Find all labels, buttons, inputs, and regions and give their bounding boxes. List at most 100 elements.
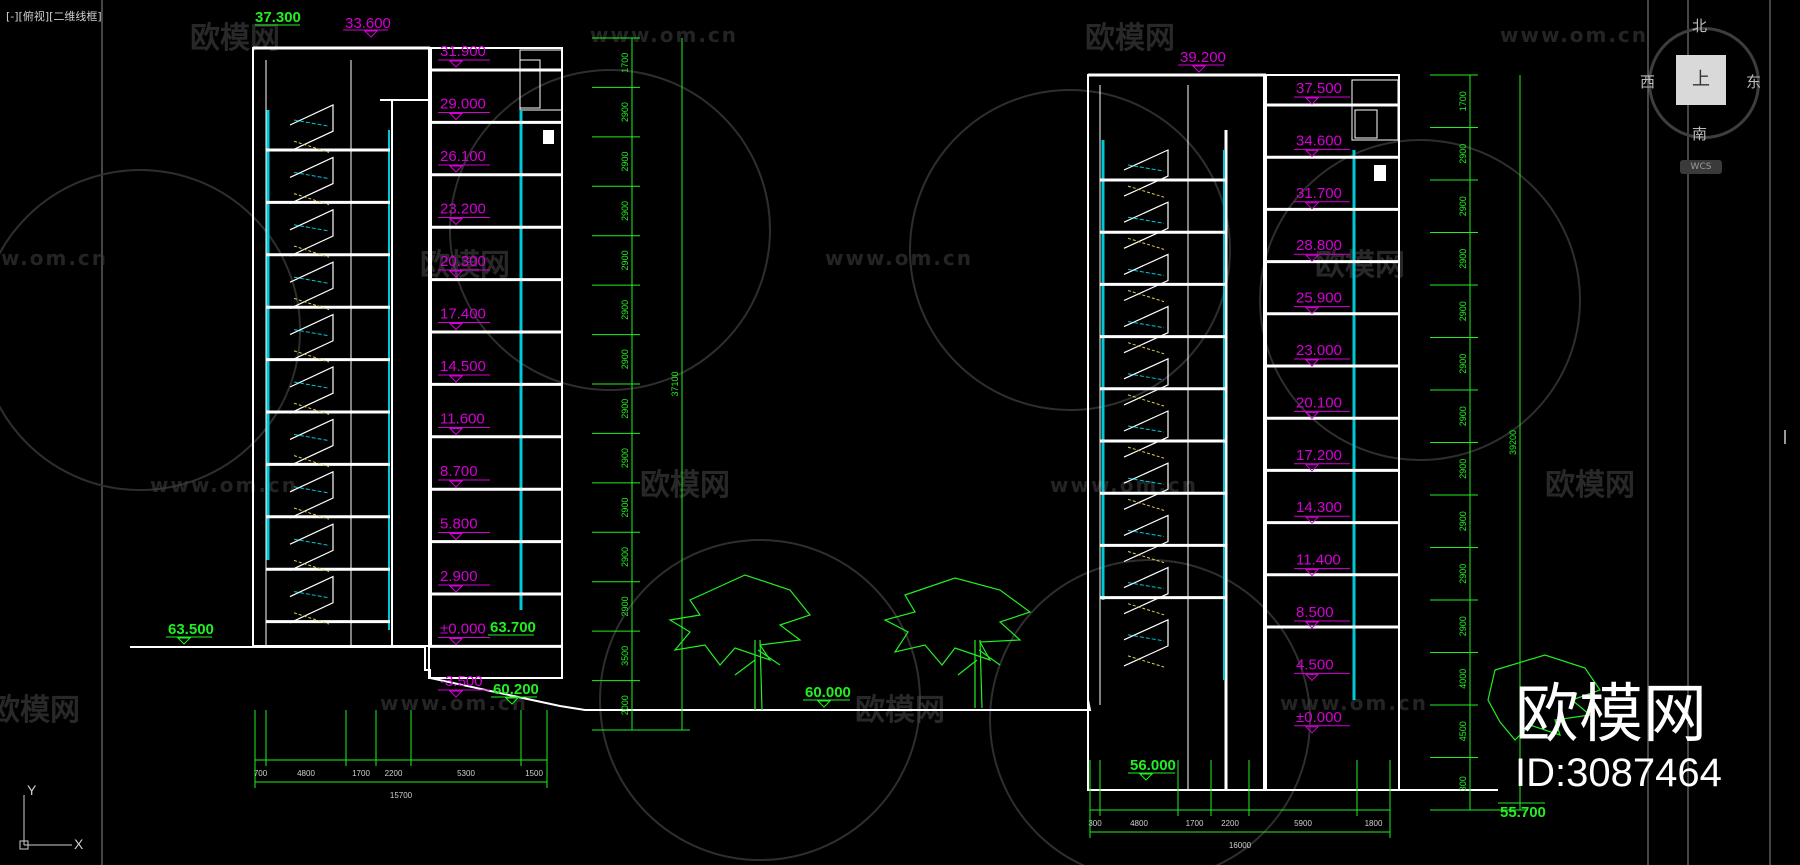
left-level-9: 5.800 <box>440 516 478 533</box>
right-level-0: 37.500 <box>1296 80 1342 97</box>
left-level-markers: 31.900 29.000 26.100 23.200 20.300 17.400 14.5… <box>438 43 490 698</box>
right-vdim-11: 4000 <box>1458 669 1468 689</box>
left-ground-level-3: 60.200 <box>493 681 539 698</box>
right-level-4: 25.900 <box>1296 290 1342 307</box>
left-vdim-13: 2000 <box>620 695 630 715</box>
viewcube[interactable]: 北 南 西 东 上 WCS <box>1640 15 1770 175</box>
left-vdim-10: 2900 <box>620 547 630 567</box>
left-vdim-6: 2900 <box>620 349 630 369</box>
right-vdim-8: 2900 <box>1458 511 1468 531</box>
right-vdim-12: 4500 <box>1458 721 1468 741</box>
watermark-layer: 欧模网 欧模网 欧模网 欧模网 欧模网 欧模网 欧模网 欧模网 www.om.c… <box>0 21 1648 728</box>
right-ground-level-1: 56.000 <box>1130 757 1176 774</box>
right-vdim-10: 2900 <box>1458 616 1468 636</box>
scrollbar-thumb[interactable] <box>1784 430 1786 444</box>
right-ground-level-2: 55.700 <box>1500 804 1546 821</box>
watermark-url-4: www.om.cn <box>825 246 973 270</box>
right-hdim-3: 2200 <box>1221 819 1239 828</box>
right-level-8: 14.300 <box>1296 499 1342 516</box>
right-level-2: 31.700 <box>1296 185 1342 202</box>
right-hdim-total: 16000 <box>1229 841 1252 850</box>
left-vdim-12: 3500 <box>620 646 630 666</box>
right-level-11: 4.500 <box>1296 656 1334 673</box>
right-hdim-1: 4800 <box>1130 819 1148 828</box>
right-level-6: 20.100 <box>1296 394 1342 411</box>
left-roof-level-1: 37.300 <box>255 9 301 26</box>
right-vdim-0: 1700 <box>1458 91 1468 111</box>
left-level-11: ±0.000 <box>440 621 486 638</box>
left-hdim-2: 1700 <box>352 769 370 778</box>
left-vdim-total: 37100 <box>670 371 680 396</box>
left-vdim-11: 2900 <box>620 596 630 616</box>
right-vdim-13: 300 <box>1458 776 1468 791</box>
viewport-controls-label[interactable]: [-][俯视][二维线框] <box>6 8 102 24</box>
ucs-x-label: X <box>74 836 84 852</box>
left-level-10: 2.900 <box>440 568 478 585</box>
tree-1 <box>668 574 812 711</box>
right-hdim-4: 5900 <box>1294 819 1312 828</box>
left-level-6: 14.500 <box>440 358 486 375</box>
viewcube-top-face[interactable]: 上 <box>1676 55 1726 105</box>
right-vdim-7: 2900 <box>1458 459 1468 479</box>
left-vdim-9: 2900 <box>620 498 630 518</box>
right-vdim-9: 2900 <box>1458 564 1468 584</box>
watermark-logo-5: 欧模网 <box>640 468 730 503</box>
brand-id: ID:3087464 <box>1515 751 1722 795</box>
left-vdim-8: 2900 <box>620 448 630 468</box>
left-ground-level-2: 63.700 <box>490 619 536 636</box>
left-level-2: 26.100 <box>440 148 486 165</box>
left-level-3: 23.200 <box>440 201 486 218</box>
viewcube-north[interactable]: 北 <box>1692 15 1707 36</box>
viewcube-west[interactable]: 西 <box>1640 71 1655 92</box>
left-vdim-4: 2900 <box>620 250 630 270</box>
right-vdim-5: 2900 <box>1458 354 1468 374</box>
right-level-12: ±0.000 <box>1296 709 1342 726</box>
watermark-logo-7: 欧模网 <box>0 693 80 728</box>
building-left <box>252 46 563 679</box>
right-level-1: 34.600 <box>1296 132 1342 149</box>
right-level-markers: 37.500 34.600 31.700 28.800 25.900 23.000 20.1… <box>1294 80 1350 734</box>
left-hdim-0: 700 <box>254 769 268 778</box>
right-level-9: 11.400 <box>1296 552 1341 569</box>
left-vent-grille <box>543 130 554 144</box>
left-vdim-2: 2900 <box>620 152 630 172</box>
ucs-icon <box>19 795 72 850</box>
right-hdim-5: 1800 <box>1365 819 1383 828</box>
left-level-1: 29.000 <box>440 96 486 113</box>
left-hdim-5: 1500 <box>525 769 543 778</box>
watermark-url-2: www.om.cn <box>1500 23 1648 47</box>
right-core-outline <box>1087 74 1267 791</box>
left-hdim-3: 2200 <box>385 769 403 778</box>
left-vdim-7: 2900 <box>620 399 630 419</box>
brand-watermark: 欧模网 ID:3087464 <box>1515 680 1722 796</box>
viewcube-south[interactable]: 南 <box>1692 123 1707 144</box>
left-hdim-1: 4800 <box>297 769 315 778</box>
left-vdim-5: 2900 <box>620 300 630 320</box>
wcs-menu-button[interactable]: WCS <box>1680 160 1722 174</box>
right-vent-grille <box>1374 165 1386 181</box>
left-vertical-dimensions: 1700 2900 2900 2900 2900 2900 2900 2900 2900 2900… <box>592 37 690 731</box>
right-level-3: 28.800 <box>1296 237 1342 254</box>
site-ground-level: 60.000 <box>805 684 851 701</box>
watermark-arcs <box>0 69 1581 865</box>
tree-2 <box>883 577 1032 709</box>
watermark-logo-1: 欧模网 <box>190 21 280 56</box>
viewcube-east[interactable]: 东 <box>1746 71 1761 92</box>
left-roof-level-2: 33.600 <box>345 15 391 32</box>
left-vdim-3: 2900 <box>620 201 630 221</box>
cad-viewport[interactable]: 欧模网 欧模网 欧模网 欧模网 欧模网 欧模网 欧模网 欧模网 www.om.c… <box>0 0 1800 865</box>
right-vdim-2: 2900 <box>1458 196 1468 216</box>
left-level-5: 17.400 <box>440 306 486 323</box>
site-ground-line <box>130 646 1092 711</box>
right-roof-level: 39.200 <box>1180 49 1226 66</box>
left-level-7: 11.600 <box>440 411 485 428</box>
brand-name: 欧模网 <box>1515 678 1707 752</box>
left-vdim-1: 2900 <box>620 102 630 122</box>
right-level-10: 8.500 <box>1296 604 1334 621</box>
watermark-url-1: www.om.cn <box>590 23 738 47</box>
left-hdim-4: 5300 <box>457 769 475 778</box>
ucs-y-label: Y <box>27 782 37 798</box>
building-right <box>1087 73 1400 791</box>
right-level-5: 23.000 <box>1296 342 1342 359</box>
left-ground-level-1: 63.500 <box>168 621 214 638</box>
